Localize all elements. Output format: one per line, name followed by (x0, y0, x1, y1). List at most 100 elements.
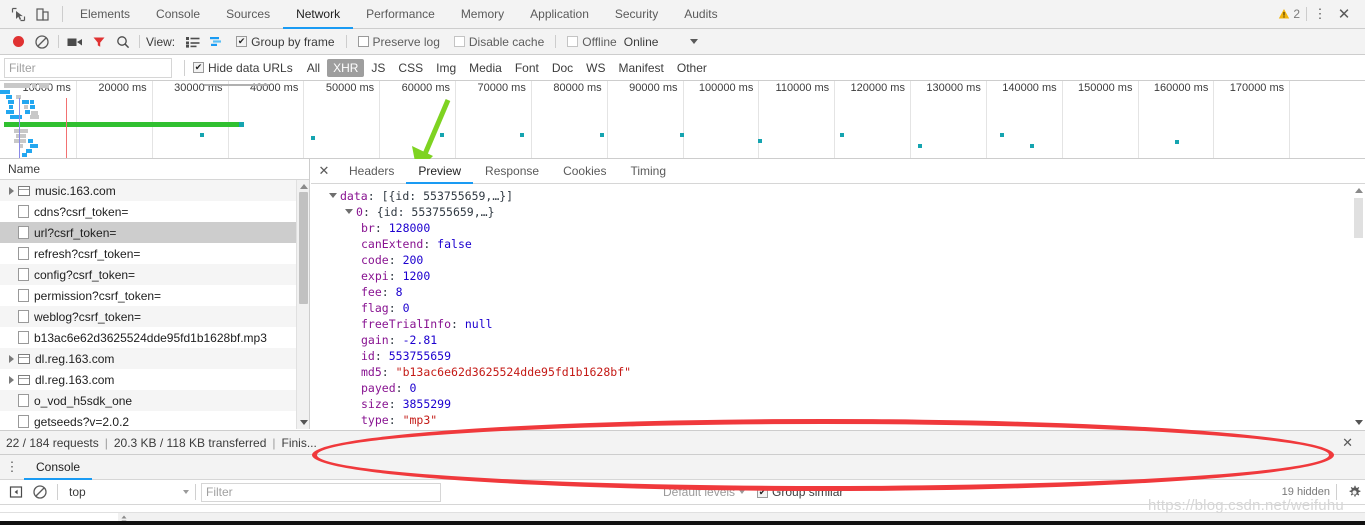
right-divider (1306, 7, 1307, 21)
overview-request-bar (14, 129, 28, 133)
tab-sources[interactable]: Sources (213, 1, 283, 29)
console-drawer: ⋮ Console top Default levels Gr (0, 455, 1365, 525)
tab-memory[interactable]: Memory (448, 1, 517, 29)
overview-request-bar (28, 139, 33, 143)
type-chip-other[interactable]: Other (671, 59, 713, 77)
json-property-row[interactable]: data: [{id: 553755659,…}] (321, 188, 1365, 204)
clear-no-entry-icon[interactable] (30, 34, 54, 49)
detail-tab-preview[interactable]: Preview (406, 160, 474, 184)
more-options-kebab-icon[interactable]: ⋮ (1309, 7, 1331, 20)
request-row[interactable]: music.163.com (0, 180, 309, 201)
camera-icon[interactable] (63, 36, 87, 48)
type-chip-xhr[interactable]: XHR (327, 58, 365, 77)
json-property-row[interactable]: 0: {id: 553755659,…} (321, 204, 1365, 220)
filter-input[interactable] (4, 57, 172, 78)
expand-chevron-right-icon[interactable] (5, 375, 18, 384)
search-icon[interactable] (111, 35, 135, 49)
drawer-more-options-kebab-icon[interactable]: ⋮ (0, 455, 24, 479)
hide-data-urls-checkbox[interactable]: Hide data URLs (193, 61, 293, 75)
tab-security[interactable]: Security (602, 1, 671, 29)
request-row[interactable]: b13ac6e62d3625524dde95fd1b1628bf.mp3 (0, 327, 309, 348)
request-row[interactable]: config?csrf_token= (0, 264, 309, 285)
tab-application[interactable]: Application (517, 1, 602, 29)
close-status-panel-icon[interactable]: ✕ (1342, 430, 1353, 455)
type-chip-all[interactable]: All (301, 59, 326, 77)
chevron-down-icon[interactable] (690, 39, 699, 44)
request-row[interactable]: url?csrf_token= (0, 222, 309, 243)
expand-chevron-right-icon[interactable] (5, 354, 18, 363)
preserve-log-checkbox[interactable]: Preserve log (357, 35, 440, 49)
offline-checkbox[interactable]: Offline (567, 35, 617, 49)
tab-performance[interactable]: Performance (353, 1, 448, 29)
request-row[interactable]: weblog?csrf_token= (0, 306, 309, 327)
close-devtools-icon[interactable]: ✕ (1331, 5, 1357, 23)
detail-tab-cookies[interactable]: Cookies (551, 160, 618, 184)
request-row[interactable]: dl.reg.163.com (0, 369, 309, 390)
json-value: "b13ac6e62d3625524dde95fd1b1628bf" (395, 365, 632, 379)
funnel-filter-icon[interactable] (87, 35, 111, 49)
detail-scrollbar-thumb[interactable] (1354, 198, 1363, 238)
device-toolbar-icon[interactable] (30, 2, 54, 26)
json-separator: : (395, 381, 410, 395)
type-chip-manifest[interactable]: Manifest (613, 59, 670, 77)
json-property-row: id: 553755659 (321, 348, 1365, 364)
scroll-down-icon[interactable] (297, 416, 309, 429)
record-stop-icon[interactable] (6, 36, 30, 47)
type-chip-css[interactable]: CSS (392, 59, 429, 77)
type-chip-img[interactable]: Img (430, 59, 462, 77)
type-chip-font[interactable]: Font (509, 59, 545, 77)
request-row[interactable]: cdns?csrf_token= (0, 201, 309, 222)
requests-scrollbar[interactable] (296, 180, 309, 429)
type-chip-media[interactable]: Media (463, 59, 508, 77)
throttling-value[interactable]: Online (624, 35, 659, 49)
network-overview-timeline[interactable]: 10000 ms 20000 ms 30000 ms 40000 ms 50000 ms… (0, 81, 1365, 159)
group-by-frame-checkbox[interactable]: Group by frame (236, 35, 335, 49)
group-similar-checkbox[interactable]: Group similar (757, 485, 843, 499)
tab-network[interactable]: Network (283, 1, 354, 29)
column-header-name[interactable]: Name (0, 159, 309, 180)
detail-scroll-up-icon[interactable] (1352, 184, 1365, 197)
detail-tab-response[interactable]: Response (473, 160, 551, 184)
status-separator: | (272, 435, 276, 450)
detail-tab-headers[interactable]: Headers (337, 160, 406, 184)
request-row[interactable]: refresh?csrf_token= (0, 243, 309, 264)
type-chip-ws[interactable]: WS (580, 59, 611, 77)
log-levels-select[interactable]: Default levels (663, 485, 746, 499)
console-sidebar-icon[interactable] (4, 485, 28, 499)
inspect-element-icon[interactable] (6, 2, 30, 26)
type-chip-js[interactable]: JS (365, 59, 391, 77)
detail-tab-timing[interactable]: Timing (618, 160, 678, 184)
close-detail-icon[interactable]: ✕ (311, 159, 337, 183)
clear-console-icon[interactable] (28, 485, 52, 499)
overview-request-dot (311, 136, 315, 140)
collapse-chevron-down-icon[interactable] (345, 209, 353, 214)
detail-scrollbar[interactable] (1352, 184, 1365, 429)
type-chip-doc[interactable]: Doc (546, 59, 579, 77)
overview-request-bar (30, 100, 34, 104)
scrollbar-thumb[interactable] (299, 192, 308, 304)
gear-icon[interactable] (1343, 485, 1365, 500)
tab-audits[interactable]: Audits (671, 1, 730, 29)
collapse-chevron-down-icon[interactable] (329, 193, 337, 198)
detail-scroll-down-icon[interactable] (1352, 416, 1365, 429)
tab-elements[interactable]: Elements (67, 1, 143, 29)
console-filter-input[interactable] (201, 482, 441, 502)
request-row[interactable]: o_vod_h5sdk_one (0, 390, 309, 411)
request-name-label: o_vod_h5sdk_one (34, 393, 133, 408)
drawer-tab-console[interactable]: Console (24, 456, 93, 480)
request-row[interactable]: dl.reg.163.com (0, 348, 309, 369)
timeline-selection-band[interactable] (204, 84, 269, 86)
waterfall-view-icon[interactable] (205, 36, 229, 48)
disable-cache-checkbox[interactable]: Disable cache (453, 35, 544, 49)
json-property-row: size: 3855299 (321, 396, 1365, 412)
expand-chevron-right-icon[interactable] (5, 186, 18, 195)
warning-indicator[interactable]: 2 (1278, 7, 1300, 21)
overview-request-dot (1030, 144, 1034, 148)
request-row[interactable]: permission?csrf_token= (0, 285, 309, 306)
request-row[interactable]: getseeds?v=2.0.2 (0, 411, 309, 429)
list-view-icon[interactable] (181, 36, 205, 48)
tab-console[interactable]: Console (143, 1, 213, 29)
json-separator: : (362, 205, 377, 219)
execution-context-select[interactable]: top (65, 483, 193, 502)
json-property-row: flag: 0 (321, 300, 1365, 316)
